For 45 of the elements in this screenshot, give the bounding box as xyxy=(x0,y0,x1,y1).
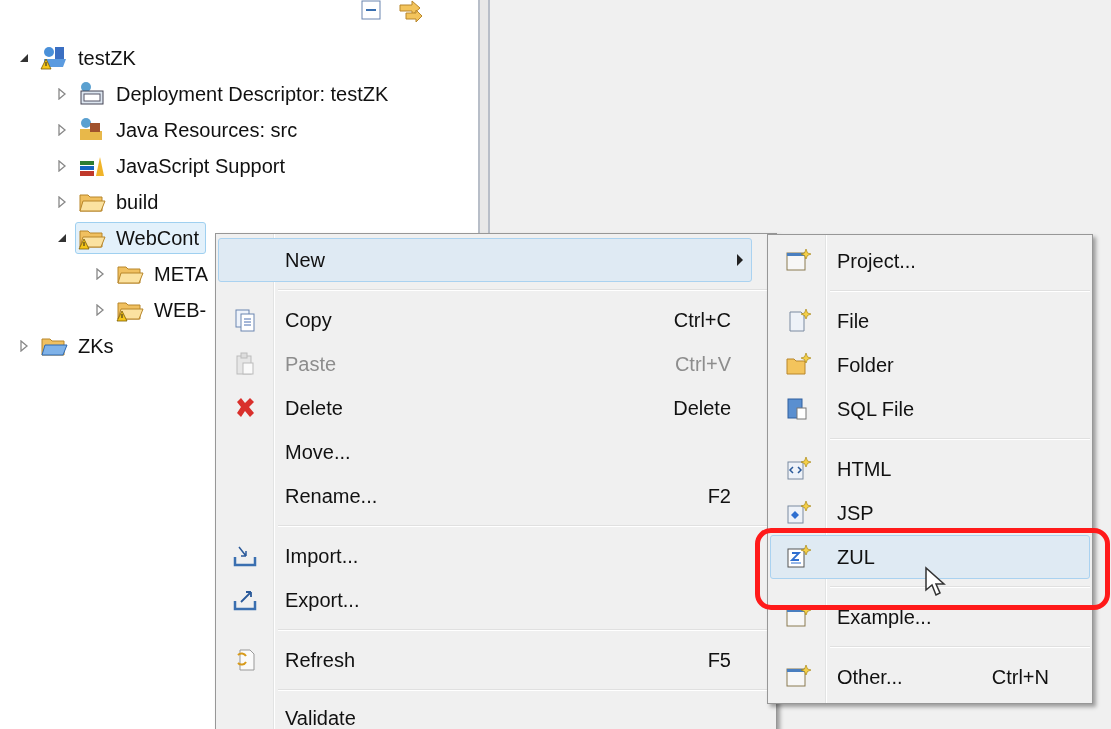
menu-item[interactable]: Project... xyxy=(770,239,1090,283)
new-html-icon xyxy=(784,456,812,482)
collapse-all-icon[interactable] xyxy=(360,0,384,22)
link-arrows-icon[interactable] xyxy=(398,0,424,24)
menu-item[interactable]: SQL File xyxy=(770,387,1090,431)
new-jsp-icon xyxy=(784,500,812,526)
expand-arrow-icon[interactable] xyxy=(94,304,106,316)
new-folder-icon xyxy=(784,352,812,378)
tree-item[interactable]: Java Resources: src xyxy=(75,114,305,146)
menu-item[interactable]: ZUL xyxy=(770,535,1090,579)
tree-item[interactable]: testZK xyxy=(37,42,143,74)
menu-item[interactable]: File xyxy=(770,299,1090,343)
tree-item[interactable]: WebCont xyxy=(75,222,206,254)
tree-item[interactable]: META xyxy=(113,258,216,290)
expand-arrow-icon[interactable] xyxy=(56,196,68,208)
new-project-icon xyxy=(784,248,812,274)
menu-item[interactable]: Rename... F2 xyxy=(218,474,752,518)
menu-item[interactable]: Example... xyxy=(770,595,1090,639)
expand-arrow-icon[interactable] xyxy=(56,88,68,100)
menu-item[interactable]: Copy Ctrl+C xyxy=(218,298,752,342)
menu-item[interactable]: JSP xyxy=(770,491,1090,535)
menu-item[interactable]: Other... Ctrl+N xyxy=(770,655,1090,699)
menu-item[interactable]: Import... xyxy=(218,534,752,578)
tree-item[interactable]: ZKs xyxy=(37,330,121,362)
new-project-icon xyxy=(784,664,812,690)
new-zul-icon xyxy=(784,544,812,570)
expand-arrow-icon[interactable] xyxy=(94,268,106,280)
cursor-icon xyxy=(924,566,948,598)
menu-item[interactable]: Delete Delete xyxy=(218,386,752,430)
menu-item[interactable]: New xyxy=(218,238,752,282)
tree-item[interactable]: Deployment Descriptor: testZK xyxy=(75,78,396,110)
menu-item[interactable]: Move... xyxy=(218,430,752,474)
collapse-arrow-icon[interactable] xyxy=(18,52,30,64)
tree-item[interactable]: WEB- xyxy=(113,294,214,326)
expand-arrow-icon[interactable] xyxy=(18,340,30,352)
expand-arrow-icon[interactable] xyxy=(56,160,68,172)
expand-arrow-icon[interactable] xyxy=(56,124,68,136)
menu-item[interactable]: Export... xyxy=(218,578,752,622)
menu-item[interactable]: Folder xyxy=(770,343,1090,387)
collapse-arrow-icon[interactable] xyxy=(56,232,68,244)
menu-item[interactable]: Validate xyxy=(218,698,752,728)
menu-item[interactable]: Refresh F5 xyxy=(218,638,752,682)
tree-item[interactable]: build xyxy=(75,186,166,218)
menu-item[interactable]: HTML xyxy=(770,447,1090,491)
tree-item[interactable]: JavaScript Support xyxy=(75,150,292,182)
